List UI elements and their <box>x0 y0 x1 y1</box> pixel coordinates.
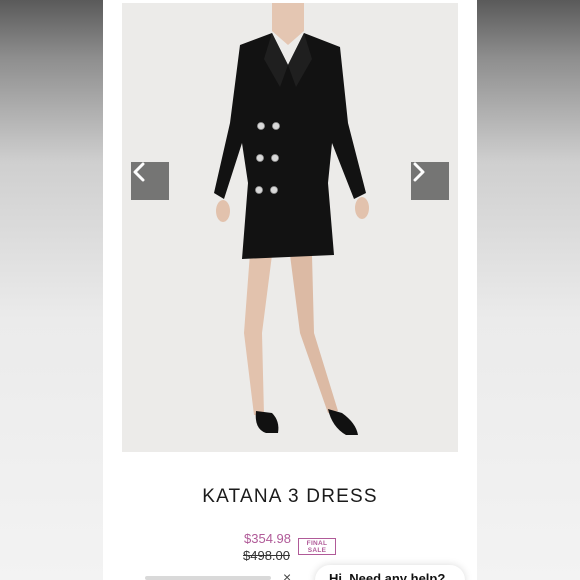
product-card: KATANA 3 DRESS $354.98 $498.00 FINAL SAL… <box>103 0 477 580</box>
sale-price: $354.98 <box>244 531 291 546</box>
original-price: $498.00 <box>243 548 290 563</box>
chat-help-bubble[interactable]: Hi. Need any help? <box>315 565 465 580</box>
badge-line-1: FINAL <box>306 540 328 547</box>
product-image[interactable] <box>122 3 458 452</box>
background-blur-left <box>0 0 103 580</box>
next-image-button[interactable] <box>411 162 449 200</box>
badge-line-2: SALE <box>307 547 327 554</box>
previous-image-button[interactable] <box>131 162 169 200</box>
chat-close-button[interactable]: × <box>283 570 291 580</box>
chevron-right-icon <box>413 162 425 182</box>
background-blur-right <box>477 0 580 580</box>
final-sale-badge: FINAL SALE <box>298 538 336 555</box>
chevron-left-icon <box>133 162 145 182</box>
product-title: KATANA 3 DRESS <box>202 486 378 507</box>
bottom-bar <box>145 576 271 580</box>
dress-photo-illustration <box>214 3 369 435</box>
